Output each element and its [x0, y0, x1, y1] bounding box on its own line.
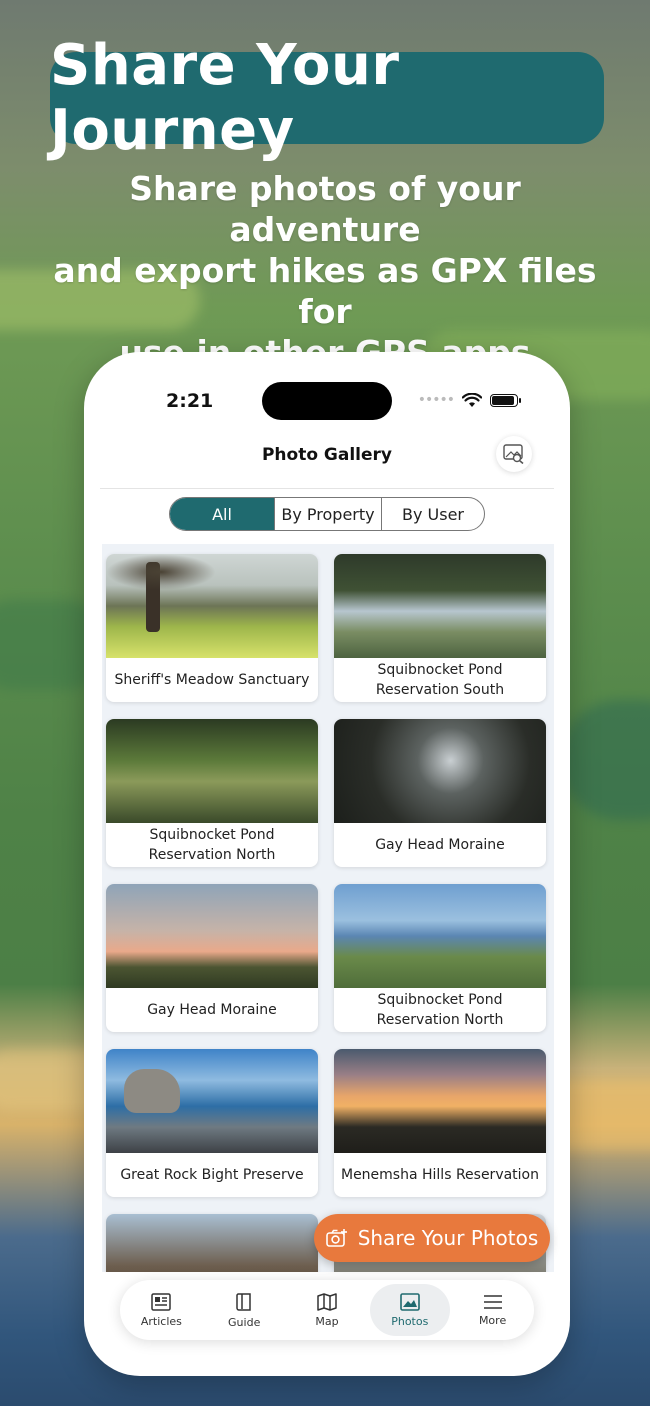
share-photos-button[interactable]: Share Your Photos [314, 1214, 550, 1262]
status-time: 2:21 [166, 390, 214, 412]
tab-label: Map [315, 1314, 339, 1328]
photo-caption: Menemsha Hills Reservation [340, 1167, 539, 1183]
photo-card[interactable]: Squibnocket Pond Reservation North [106, 719, 318, 867]
photo-card[interactable]: Sheriff's Meadow Sanctuary [106, 554, 318, 702]
tab-more[interactable]: More [453, 1284, 533, 1336]
photo-card[interactable]: Squibnocket Pond Reservation North [334, 884, 546, 1032]
photo-caption: Gay Head Moraine [375, 837, 505, 853]
headline-text: Share Your Journey [50, 33, 400, 163]
photo-caption: Squibnocket Pond Reservation North [148, 827, 276, 863]
tab-label: More [478, 1313, 507, 1327]
photo-thumbnail [334, 554, 546, 658]
phone-frame: 2:21 ••••• Photo Gallery All By Property… [84, 352, 570, 1376]
add-photo-icon [325, 1229, 347, 1247]
photo-grid: Sheriff's Meadow Sanctuary Squibnocket P… [102, 544, 554, 1272]
photo-caption: Sheriff's Meadow Sanctuary [114, 672, 310, 688]
photo-thumbnail [106, 554, 318, 658]
photo-thumbnail [334, 884, 546, 988]
articles-icon [151, 1292, 172, 1311]
tab-label: Photos [391, 1314, 429, 1328]
segment-all[interactable]: All [170, 498, 274, 530]
photo-caption: Gay Head Moraine [147, 1002, 277, 1018]
photo-caption: Squibnocket Pond Reservation South [375, 662, 505, 698]
tab-guide[interactable]: Guide [204, 1284, 284, 1336]
photo-card[interactable]: Gay Head Moraine [334, 719, 546, 867]
photo-card[interactable]: Menemsha Hills Reservation [334, 1049, 546, 1197]
photo-card[interactable]: Gay Head Moraine [106, 884, 318, 1032]
header-divider [100, 488, 554, 489]
photo-caption: Great Rock Bight Preserve [120, 1167, 304, 1183]
photo-thumbnail [334, 1049, 546, 1153]
subtitle-line: Share photos of your adventure [129, 169, 521, 249]
headline-banner: Share Your Journey [50, 33, 604, 163]
photo-card[interactable] [106, 1214, 318, 1272]
photo-thumbnail [106, 719, 318, 823]
photo-thumbnail [334, 719, 546, 823]
dynamic-island [262, 382, 392, 420]
photo-card[interactable]: Great Rock Bight Preserve [106, 1049, 318, 1197]
status-icons: ••••• [417, 392, 521, 408]
menu-icon [483, 1294, 502, 1309]
segment-by-property[interactable]: By Property [274, 498, 381, 530]
map-icon [317, 1292, 337, 1311]
photo-thumbnail [106, 1214, 318, 1272]
segment-by-user[interactable]: By User [381, 498, 484, 530]
tab-label: Guide [228, 1315, 261, 1329]
wifi-icon [462, 392, 482, 407]
subtitle-line: and export hikes as GPX files for [53, 251, 597, 331]
photo-thumbnail [106, 884, 318, 988]
photo-thumbnail [106, 1049, 318, 1153]
tab-photos[interactable]: Photos [369, 1284, 450, 1336]
guide-icon [236, 1292, 251, 1311]
tab-map[interactable]: Map [287, 1284, 367, 1336]
subtitle: Share photos of your adventure and expor… [40, 168, 610, 373]
battery-icon [490, 393, 521, 407]
tab-articles[interactable]: Articles [121, 1284, 201, 1336]
photo-caption: Squibnocket Pond Reservation North [376, 992, 504, 1028]
image-search-icon [503, 444, 524, 464]
tab-label: Articles [140, 1314, 182, 1328]
photo-card[interactable]: Squibnocket Pond Reservation South [334, 554, 546, 702]
signal-icon: ••••• [417, 392, 455, 408]
filter-segmented-control: All By Property By User [169, 497, 485, 531]
share-photos-label: Share Your Photos [357, 1226, 539, 1250]
bottom-tab-bar: Articles Guide Map Photos More [120, 1280, 534, 1340]
photos-icon [399, 1292, 420, 1311]
image-search-button[interactable] [496, 436, 532, 472]
